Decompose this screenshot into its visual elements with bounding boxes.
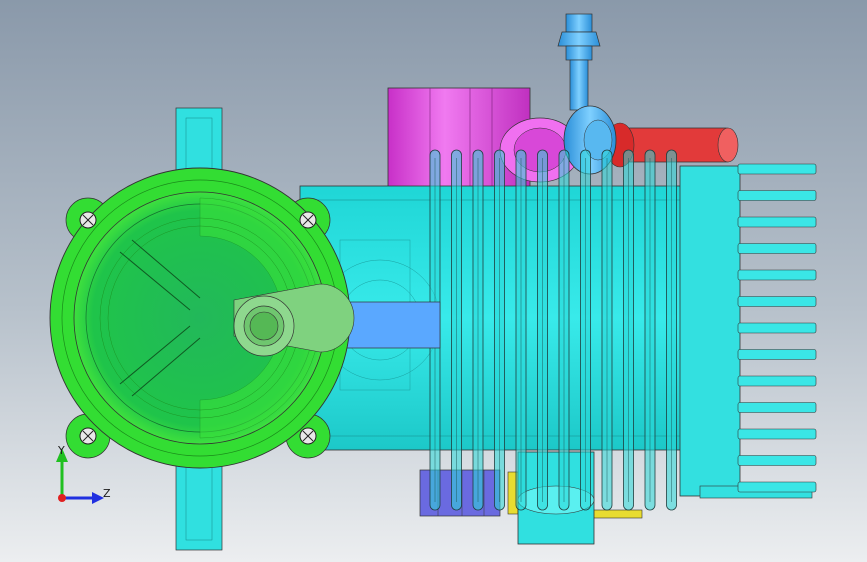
fin-base-plate [679, 165, 741, 497]
heat-sink-fin [737, 455, 817, 466]
heat-sink-fin [737, 402, 817, 413]
drive-shaft[interactable] [339, 301, 441, 349]
heat-sink-fin [737, 269, 817, 281]
heat-sink-fin [737, 190, 817, 201]
triad-y-label: Y [57, 444, 65, 457]
heat-sink-fin [737, 322, 817, 334]
heat-sink-fin [737, 216, 817, 228]
heat-sink-fin [737, 243, 817, 254]
model-view: Y Z [0, 0, 867, 562]
heat-sink-fin [737, 481, 817, 493]
heat-sink-fin [737, 428, 817, 440]
heat-sink-fin [737, 296, 817, 307]
cad-graphics-viewport[interactable]: Y Z [0, 0, 867, 562]
triad-z-label: Z [103, 487, 111, 500]
heat-sink-fin [737, 163, 817, 175]
heat-sink-fin [737, 349, 817, 360]
heat-sink-fin [737, 375, 817, 387]
